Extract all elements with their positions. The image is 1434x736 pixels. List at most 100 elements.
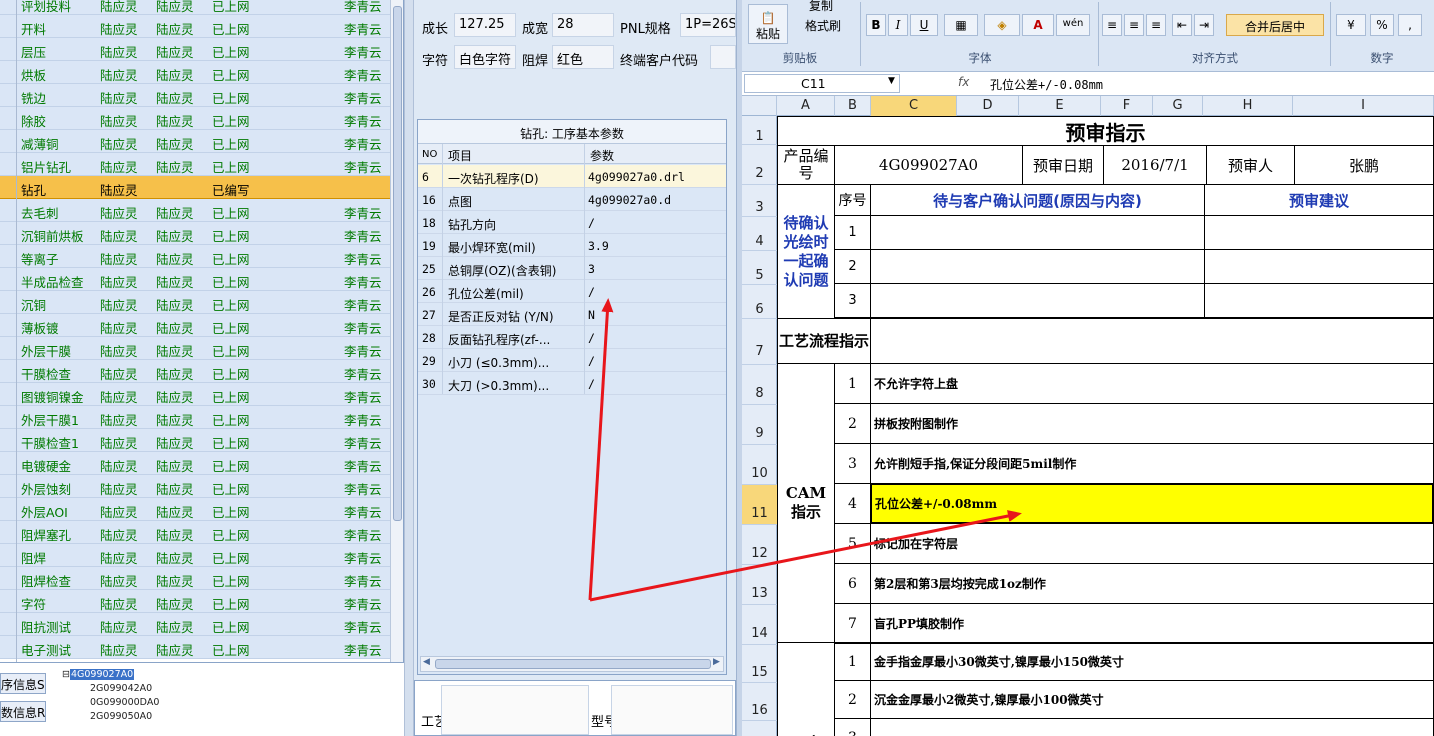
paste-button[interactable]: 📋 粘贴 [748, 4, 788, 44]
indent-increase-button[interactable]: ⇥ [1194, 14, 1214, 36]
process-row[interactable]: 铝片钻孔 陆应灵 陆应灵 已上网 李青云 [0, 153, 390, 176]
param-row[interactable]: 26 孔位公差(mil) / [418, 280, 726, 303]
name-box[interactable]: C11 [744, 74, 900, 93]
select-all-corner[interactable] [742, 96, 777, 116]
scroll-right-icon[interactable]: ▶ [713, 657, 720, 667]
process-row[interactable]: 等离子 陆应灵 陆应灵 已上网 李青云 [0, 245, 390, 268]
column-header[interactable]: I [1293, 96, 1434, 116]
confirm-num[interactable]: 1 [834, 215, 871, 250]
cam-instruction[interactable]: 不允许字符上盘 [870, 363, 1434, 404]
format-painter-button[interactable]: 格式刷 [794, 14, 852, 36]
font-color-button[interactable]: A [1022, 14, 1054, 36]
row-header[interactable]: 5 [742, 251, 777, 285]
process-row[interactable]: 外层蚀刻 陆应灵 陆应灵 已上网 李青云 [0, 475, 390, 498]
bold-button[interactable]: B [866, 14, 886, 36]
param-row[interactable]: 6 一次钻孔程序(D) 4g099027a0.drl [418, 165, 726, 188]
border-button[interactable]: ▦ [944, 14, 978, 36]
column-header[interactable]: G [1153, 96, 1203, 116]
legend-field[interactable]: 白色字符 [454, 45, 516, 69]
percent-button[interactable]: % [1370, 14, 1394, 36]
confirm-issue-cell[interactable] [870, 283, 1205, 318]
row-header[interactable]: 16 [742, 683, 777, 721]
date-value[interactable]: 2016/7/1 [1103, 145, 1207, 185]
process-row[interactable]: 减薄铜 陆应灵 陆应灵 已上网 李青云 [0, 130, 390, 153]
process-table-scrollbar[interactable] [390, 0, 403, 662]
process-row[interactable]: 沉铜 陆应灵 陆应灵 已上网 李青云 [0, 291, 390, 314]
process-row[interactable]: 评划投料 陆应灵 陆应灵 已上网 李青云 [0, 0, 390, 15]
confirm-num[interactable]: 3 [834, 283, 871, 318]
column-header[interactable]: F [1101, 96, 1153, 116]
align-center-button[interactable]: ≡ [1124, 14, 1144, 36]
process-row[interactable]: 图镀铜镍金 陆应灵 陆应灵 已上网 李青云 [0, 383, 390, 406]
tree-item[interactable]: 2G099042A0 [90, 683, 152, 694]
phonetic-button[interactable]: wén [1056, 14, 1090, 36]
row-header[interactable]: 12 [742, 525, 777, 565]
row-header[interactable]: 3 [742, 185, 777, 217]
cam-num[interactable]: 7 [834, 603, 871, 644]
cam-instruction[interactable]: 第2层和第3层均按完成1oz制作 [870, 563, 1434, 604]
issue-header[interactable]: 待与客户确认问题(原因与内容) [870, 184, 1205, 216]
process-row[interactable]: 薄板镀 陆应灵 陆应灵 已上网 李青云 [0, 314, 390, 337]
advice-header[interactable]: 预审建议 [1204, 184, 1434, 216]
process-row[interactable]: 去毛刺 陆应灵 陆应灵 已上网 李青云 [0, 199, 390, 222]
proc-instruction[interactable] [870, 718, 1434, 736]
row-header[interactable]: 1 [742, 116, 777, 145]
process-textarea[interactable] [441, 685, 589, 735]
param-row[interactable]: 28 反面钻孔程序(zf-... / [418, 326, 726, 349]
row-header[interactable]: 7 [742, 319, 777, 365]
column-header[interactable]: A [777, 96, 835, 116]
process-row[interactable]: 电镀硬金 陆应灵 陆应灵 已上网 李青云 [0, 452, 390, 475]
proc-label[interactable]: 工序 [777, 642, 835, 736]
scrollbar-thumb[interactable] [393, 6, 402, 521]
merge-center-button[interactable]: 合并后居中 [1226, 14, 1324, 36]
cam-num[interactable]: 4 [834, 483, 871, 524]
process-row[interactable]: 干膜检查1 陆应灵 陆应灵 已上网 李青云 [0, 429, 390, 452]
row-header[interactable]: 6 [742, 285, 777, 319]
chevron-down-icon[interactable]: ▼ [888, 76, 895, 86]
cam-num[interactable]: 3 [834, 443, 871, 484]
seq-label[interactable]: 序号 [834, 184, 871, 216]
cam-instruction[interactable]: 拼板按附图制作 [870, 403, 1434, 444]
process-row[interactable]: 除胶 陆应灵 陆应灵 已上网 李青云 [0, 107, 390, 130]
fill-color-button[interactable]: ◈ [984, 14, 1020, 36]
process-row[interactable]: 层压 陆应灵 陆应灵 已上网 李青云 [0, 38, 390, 61]
splitter-left[interactable] [404, 0, 414, 736]
process-row[interactable]: 干膜检查 陆应灵 陆应灵 已上网 李青云 [0, 360, 390, 383]
process-info-button[interactable]: 序信息S [0, 673, 46, 694]
process-row[interactable]: 阻焊 陆应灵 陆应灵 已上网 李青云 [0, 544, 390, 567]
cam-num[interactable]: 2 [834, 403, 871, 444]
row-header[interactable]: 2 [742, 145, 777, 185]
param-info-button[interactable]: 数信息R [0, 701, 46, 722]
row-header[interactable]: 10 [742, 445, 777, 485]
column-header[interactable]: D [957, 96, 1019, 116]
column-header[interactable]: E [1019, 96, 1101, 116]
param-row[interactable]: 29 小刀 (≤0.3mm)... / [418, 349, 726, 372]
function-icon[interactable]: fx [958, 75, 969, 89]
process-row[interactable]: 阻焊塞孔 陆应灵 陆应灵 已上网 李青云 [0, 521, 390, 544]
confirm-label[interactable]: 待确认光绘时一起确认问题 [777, 184, 835, 319]
process-row[interactable]: 字符 陆应灵 陆应灵 已上网 李青云 [0, 590, 390, 613]
currency-button[interactable]: ¥ [1336, 14, 1366, 36]
param-row[interactable]: 30 大刀 (>0.3mm)... / [418, 372, 726, 395]
param-row[interactable]: 19 最小焊环宽(mil) 3.9 [418, 234, 726, 257]
process-row[interactable]: 铣边 陆应灵 陆应灵 已上网 李青云 [0, 84, 390, 107]
confirm-issue-cell[interactable] [870, 215, 1205, 250]
process-row[interactable]: 外层干膜 陆应灵 陆应灵 已上网 李青云 [0, 337, 390, 360]
confirm-advice-cell[interactable] [1204, 215, 1434, 250]
formula-input[interactable]: 孔位公差+/-0.08mm [990, 76, 1103, 93]
reviewer-value[interactable]: 张鹏 [1294, 145, 1434, 185]
process-row[interactable]: 外层干膜1 陆应灵 陆应灵 已上网 李青云 [0, 406, 390, 429]
cam-num[interactable]: 1 [834, 363, 871, 404]
cam-label[interactable]: CAM指示 [777, 363, 835, 643]
process-row[interactable]: 开料 陆应灵 陆应灵 已上网 李青云 [0, 15, 390, 38]
cam-num[interactable]: 5 [834, 523, 871, 564]
row-header[interactable]: 4 [742, 217, 777, 251]
product-label[interactable]: 产品编号 [777, 145, 835, 185]
confirm-num[interactable]: 2 [834, 249, 871, 284]
proc-num[interactable]: 1 [834, 642, 871, 681]
width-field[interactable]: 28 [552, 13, 614, 37]
column-header[interactable]: B [835, 96, 871, 116]
cam-num[interactable]: 6 [834, 563, 871, 604]
cam-instruction[interactable]: 盲孔PP填胶制作 [870, 603, 1434, 644]
underline-button[interactable]: U [910, 14, 938, 36]
